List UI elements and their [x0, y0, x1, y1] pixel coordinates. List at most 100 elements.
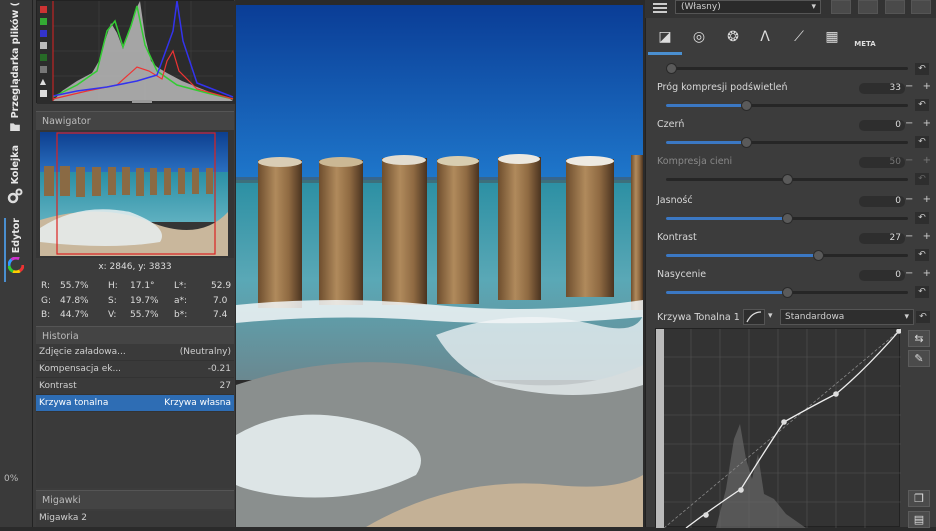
picker-icon[interactable]: ✎ — [908, 350, 930, 367]
tab-queue[interactable]: Kolejka — [4, 145, 26, 210]
blue-channel-toggle[interactable] — [39, 30, 47, 38]
reset-icon[interactable]: ↶ — [915, 136, 929, 148]
reset-icon[interactable]: ↶ — [915, 212, 929, 224]
slider-value[interactable]: 33 — [859, 83, 905, 94]
slider-knob — [741, 137, 752, 148]
info-b-lab-value: 7.4 — [213, 310, 228, 320]
info-a-value: 7.0 — [213, 296, 228, 306]
highlight-compression-slider[interactable] — [666, 100, 908, 111]
image-preview[interactable] — [236, 5, 643, 527]
slider-label: Jasność — [657, 195, 693, 206]
slider-value[interactable]: 27 — [859, 233, 905, 244]
cursor-coordinates: x: 2846, y: 3833 — [98, 262, 172, 272]
saturation-slider[interactable] — [666, 287, 908, 298]
curve-mode-select[interactable]: Standardowa ▾ — [780, 309, 914, 325]
reset-icon[interactable]: ↶ — [915, 173, 929, 185]
copy-curve-icon[interactable]: ❐ — [908, 490, 930, 507]
slider-knob — [813, 250, 824, 261]
transform-icon[interactable]: ⟋ — [788, 29, 810, 49]
plus-icon: + — [922, 118, 931, 129]
tone-curve-bar: Krzywa Tonalna 1 ▾ Standardowa ▾ ↶ — [653, 309, 935, 326]
tone-curve-label: Krzywa Tonalna 1 — [657, 312, 740, 323]
plus-icon: + — [922, 268, 931, 279]
save-profile-icon[interactable] — [831, 0, 851, 14]
reset-icon[interactable]: ↶ — [915, 63, 929, 75]
gears-icon — [7, 188, 23, 204]
slider-value[interactable]: 0 — [859, 120, 905, 131]
paste-curve-icon[interactable]: ▤ — [908, 511, 930, 528]
minus-icon: − — [905, 118, 914, 129]
plus-icon: + — [922, 194, 931, 205]
history-row-name: Zdjęcie załadowa... — [39, 347, 126, 357]
stepper[interactable]: − + — [905, 231, 931, 242]
paste-profile-icon[interactable] — [911, 0, 931, 14]
reset-icon[interactable]: ↶ — [915, 286, 929, 298]
lightness-slider[interactable] — [666, 213, 908, 224]
history-row[interactable]: Kompensacja ek... -0.21 — [36, 361, 234, 378]
active-tab-indicator — [648, 52, 682, 55]
history-row[interactable]: Zdjęcie załadowa... (Neutralny) — [36, 344, 234, 361]
tone-curve-editor[interactable] — [655, 328, 902, 529]
profile-select-value: (Własny) — [681, 2, 721, 12]
slider-label: Nasycenie — [657, 269, 707, 280]
slider-label: Kompresja cieni — [657, 156, 733, 167]
exposure-icon[interactable]: ◪ — [654, 29, 676, 49]
curve-type-icon[interactable] — [743, 309, 765, 325]
slider-value[interactable]: 0 — [859, 196, 905, 207]
stepper[interactable]: − + — [905, 194, 931, 205]
detail-icon[interactable]: ◎ — [688, 29, 710, 49]
bar-toggle-icon[interactable]: ▲ — [40, 77, 47, 85]
stepper[interactable]: − + — [905, 155, 931, 166]
green-channel-toggle[interactable] — [39, 18, 47, 26]
history-row-selected[interactable]: Krzywa tonalna Krzywa własna — [36, 395, 234, 412]
plus-icon: + — [922, 231, 931, 242]
slider-knob[interactable] — [666, 63, 677, 74]
copy-profile-icon[interactable] — [885, 0, 905, 14]
info-h-key: H: — [108, 281, 118, 291]
contrast-slider[interactable] — [666, 250, 908, 261]
red-channel-toggle[interactable] — [39, 6, 47, 14]
chroma-toggle[interactable] — [39, 53, 47, 61]
color-icon[interactable]: ❂ — [722, 29, 744, 49]
black-slider[interactable] — [666, 137, 908, 148]
luminance-toggle[interactable] — [39, 42, 47, 50]
stepper[interactable]: − + — [905, 268, 931, 279]
history-row[interactable]: Kontrast 27 — [36, 378, 234, 395]
pixel-info: R: 55.7% G: 47.8% B: 44.7% H: 17.1° S: 1… — [36, 277, 234, 322]
snapshot-item[interactable]: Migawka 2 — [36, 511, 234, 527]
raw-icon[interactable]: ▦ — [821, 29, 843, 49]
reset-icon[interactable]: ↶ — [915, 249, 929, 261]
chevron-down-icon[interactable]: ▾ — [768, 311, 773, 321]
slider-knob — [782, 174, 793, 185]
navigator-thumbnail[interactable] — [40, 132, 228, 256]
info-v-key: V: — [108, 310, 117, 320]
slider-value[interactable]: 50 — [859, 157, 905, 168]
stepper[interactable]: − + — [905, 118, 931, 129]
info-l-key: L*: — [174, 281, 187, 291]
profile-select[interactable]: (Własny) ▾ — [675, 0, 821, 14]
exposure-slider[interactable] — [666, 63, 908, 74]
plus-icon: + — [922, 155, 931, 166]
metadata-tab[interactable]: META — [852, 29, 878, 49]
tab-editor[interactable]: Edytor — [4, 218, 26, 282]
reset-icon[interactable]: ↶ — [916, 311, 930, 323]
history-row-name: Krzywa tonalna — [39, 398, 109, 408]
histogram-mode-icon[interactable] — [39, 89, 47, 97]
slider-label: Czerń — [657, 119, 685, 130]
shadow-compression-slider[interactable] — [666, 174, 908, 185]
list-icon[interactable] — [653, 2, 667, 14]
slider-value[interactable]: 0 — [859, 270, 905, 281]
stepper[interactable]: − + — [905, 81, 931, 92]
partial-profile-icon[interactable] — [858, 0, 878, 14]
reset-icon[interactable]: ↶ — [915, 99, 929, 111]
history-row-value: -0.21 — [207, 364, 231, 374]
tab-editor-label: Edytor — [10, 218, 22, 254]
tab-file-browser[interactable]: Przeglądarka plików ( — [4, 2, 26, 132]
raw-toggle[interactable] — [39, 65, 47, 73]
info-r-value: 55.7% — [60, 281, 89, 291]
chevron-down-icon: ▾ — [904, 312, 909, 322]
tone-curve-graph[interactable] — [656, 328, 902, 529]
curve-edit-icon[interactable]: ⇆ — [908, 330, 930, 347]
plus-icon: + — [922, 81, 931, 92]
advanced-icon[interactable]: Λ — [754, 29, 776, 49]
